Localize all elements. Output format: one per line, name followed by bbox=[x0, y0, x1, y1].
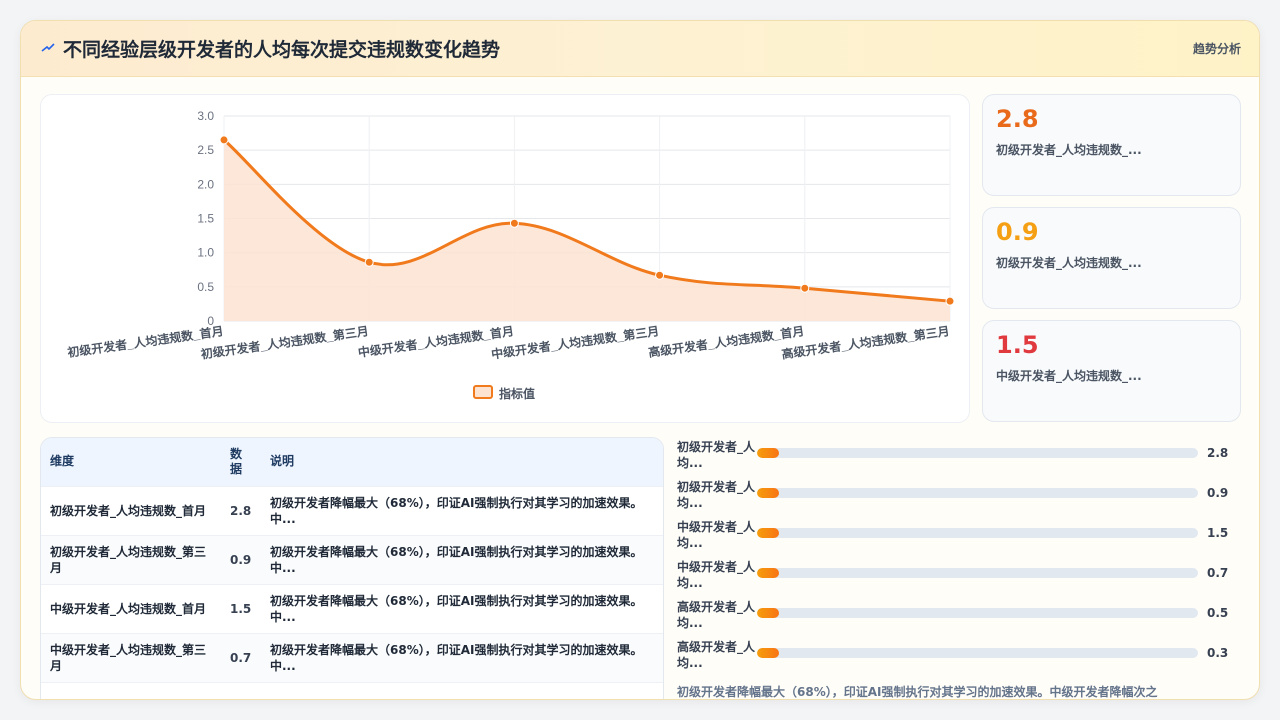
bar-track bbox=[757, 608, 1198, 618]
data-point[interactable] bbox=[219, 135, 229, 145]
data-point[interactable] bbox=[800, 283, 810, 293]
table-row[interactable]: 中级开发者_人均违规数_首月 1.5 初级开发者降幅最大（68%），印证AI强制… bbox=[41, 584, 663, 633]
table-row[interactable]: 初级开发者降幅最大（68%），印证AI强制执行对其学习的加速效果。 bbox=[41, 682, 663, 699]
bar-value: 0.7 bbox=[1207, 566, 1229, 580]
summary-text: 初级开发者降幅最大（68%），印证AI强制执行对其学习的加速效果。中级开发者降幅… bbox=[677, 685, 1158, 699]
bar-label: 初级开发者_人均... bbox=[677, 440, 756, 470]
bar-track bbox=[757, 528, 1198, 538]
trend-chart-panel: 0 0.5 1.0 1.5 2.0 2.5 3.0 初级开发者_人均违规数_首月 初级开发者_人… bbox=[40, 94, 970, 423]
bar-label: 高级开发者_人均... bbox=[677, 600, 756, 630]
bar-fill bbox=[757, 528, 780, 538]
bar-label: 中级开发者_人均... bbox=[677, 560, 756, 590]
bar-row: 中级开发者_人均... 1.5 bbox=[675, 517, 1245, 557]
kpi-value: 0.9 bbox=[996, 218, 1039, 246]
legend-label[interactable]: 指标值 bbox=[499, 385, 535, 402]
legend-swatch[interactable] bbox=[473, 385, 493, 399]
y-tick-label: 1.0 bbox=[197, 246, 214, 260]
kpi-label: 初级开发者_人均违规数_... bbox=[996, 256, 1142, 270]
y-tick-label: 1.5 bbox=[197, 212, 214, 226]
bar-track bbox=[757, 448, 1198, 458]
bar-fill bbox=[757, 568, 780, 578]
bar-value: 2.8 bbox=[1207, 446, 1229, 460]
bar-list: 初级开发者_人均... 2.8 初级开发者_人均... 0.9 中级开发者_人均… bbox=[675, 437, 1245, 697]
bar-value: 1.5 bbox=[1207, 526, 1229, 540]
table-row[interactable]: 中级开发者_人均违规数_第三月 0.7 初级开发者降幅最大（68%），印证AI强… bbox=[41, 633, 663, 682]
cell-dimension: 初级开发者_人均违规数_第三月 bbox=[50, 544, 207, 575]
bar-value: 0.9 bbox=[1207, 486, 1229, 500]
table-header-row: 维度 数 据 说明 bbox=[41, 438, 663, 486]
table-row[interactable]: 初级开发者_人均违规数_首月 2.8 初级开发者降幅最大（68%），印证AI强制… bbox=[41, 486, 663, 535]
series-area bbox=[224, 139, 950, 321]
cell-dimension: 中级开发者_人均违规数_首月 bbox=[50, 601, 207, 616]
bar-value: 0.3 bbox=[1207, 646, 1229, 660]
data-point[interactable] bbox=[655, 270, 665, 280]
trend-chart: 00.51.01.52.02.53.0初级开发者_人均违规数_首月初级开发者_人… bbox=[67, 109, 955, 362]
bar-fill bbox=[757, 448, 780, 458]
cell-description: 初级开发者降幅最大（68%），印证AI强制执行对其学习的加速效果。 bbox=[261, 682, 663, 699]
bar-fill bbox=[757, 648, 780, 658]
y-tick-label: 3.0 bbox=[197, 109, 214, 123]
table-row[interactable]: 初级开发者_人均违规数_第三月 0.9 初级开发者降幅最大（68%），印证AI强… bbox=[41, 535, 663, 584]
kpi-value: 1.5 bbox=[996, 331, 1039, 359]
x-tick-label: 初级开发者_人均违规数_第三月 bbox=[200, 323, 370, 361]
x-tick-label: 中级开发者_人均违规数_第三月 bbox=[490, 323, 660, 361]
bar-row: 高级开发者_人均... 0.5 bbox=[675, 597, 1245, 637]
cell-value: 0.7 bbox=[230, 650, 252, 665]
cell-description: 初级开发者降幅最大（68%），印证AI强制执行对其学习的加速效果。中... bbox=[270, 593, 643, 624]
bar-label: 中级开发者_人均... bbox=[677, 520, 756, 550]
bar-track bbox=[757, 488, 1198, 498]
x-tick-label: 高级开发者_人均违规数_第三月 bbox=[781, 323, 951, 361]
cell-description: 初级开发者降幅最大（68%），印证AI强制执行对其学习的加速效果。中... bbox=[270, 642, 643, 673]
bar-fill bbox=[757, 608, 780, 618]
bar-row: 初级开发者_人均... 0.9 bbox=[675, 477, 1245, 517]
cell-value: 0.9 bbox=[230, 552, 252, 567]
y-tick-label: 2.0 bbox=[197, 177, 214, 191]
cell-dimension: 中级开发者_人均违规数_第三月 bbox=[50, 642, 207, 673]
kpi-label: 初级开发者_人均违规数_... bbox=[996, 143, 1142, 157]
cell-value: 1.5 bbox=[230, 601, 252, 616]
cell-value: 2.8 bbox=[230, 503, 252, 518]
column-header-description[interactable]: 说明 bbox=[261, 438, 663, 486]
kpi-card: 0.9 初级开发者_人均违规数_... bbox=[982, 207, 1241, 309]
y-tick-label: 2.5 bbox=[197, 143, 214, 157]
analysis-tag: 趋势分析 bbox=[1192, 42, 1241, 56]
column-header-dimension[interactable]: 维度 bbox=[41, 438, 221, 486]
data-point[interactable] bbox=[364, 257, 374, 267]
bar-row: 中级开发者_人均... 0.7 bbox=[675, 557, 1245, 597]
kpi-label: 中级开发者_人均违规数_... bbox=[996, 369, 1142, 383]
cell-dimension bbox=[41, 682, 221, 699]
bar-row: 初级开发者_人均... 2.8 bbox=[675, 437, 1245, 477]
bar-label: 高级开发者_人均... bbox=[677, 640, 756, 670]
bar-fill bbox=[757, 488, 780, 498]
cell-dimension: 初级开发者_人均违规数_首月 bbox=[50, 503, 207, 518]
data-point[interactable] bbox=[945, 296, 955, 306]
cell-value bbox=[221, 682, 261, 699]
data-point[interactable] bbox=[509, 218, 519, 228]
cell-description: 初级开发者降幅最大（68%），印证AI强制执行对其学习的加速效果。中... bbox=[270, 495, 643, 526]
kpi-card: 2.8 初级开发者_人均违规数_... bbox=[982, 94, 1241, 196]
bar-row: 高级开发者_人均... 0.3 bbox=[675, 637, 1245, 677]
y-tick-label: 0.5 bbox=[197, 280, 214, 294]
bar-track bbox=[757, 648, 1198, 658]
bar-track bbox=[757, 568, 1198, 578]
column-header-data[interactable]: 数 据 bbox=[221, 438, 261, 486]
cell-description: 初级开发者降幅最大（68%），印证AI强制执行对其学习的加速效果。中... bbox=[270, 544, 643, 575]
page-title: 不同经验层级开发者的人均每次提交违规数变化趋势 bbox=[63, 39, 501, 61]
data-table-panel: 维度 数 据 说明 初级开发者_人均违规数_首月 2.8 初级开发者降幅最大（6… bbox=[40, 437, 664, 699]
data-table: 维度 数 据 说明 初级开发者_人均违规数_首月 2.8 初级开发者降幅最大（6… bbox=[41, 438, 663, 699]
header: 不同经验层级开发者的人均每次提交违规数变化趋势 趋势分析 bbox=[21, 21, 1259, 77]
kpi-card: 1.5 中级开发者_人均违规数_... bbox=[982, 320, 1241, 422]
bar-label: 初级开发者_人均... bbox=[677, 480, 756, 510]
kpi-value: 2.8 bbox=[996, 105, 1039, 133]
trend-icon bbox=[41, 43, 55, 52]
dashboard-card: 不同经验层级开发者的人均每次提交违规数变化趋势 趋势分析 0 0.5 1.0 1.5 2… bbox=[20, 20, 1260, 700]
bar-value: 0.5 bbox=[1207, 606, 1229, 620]
